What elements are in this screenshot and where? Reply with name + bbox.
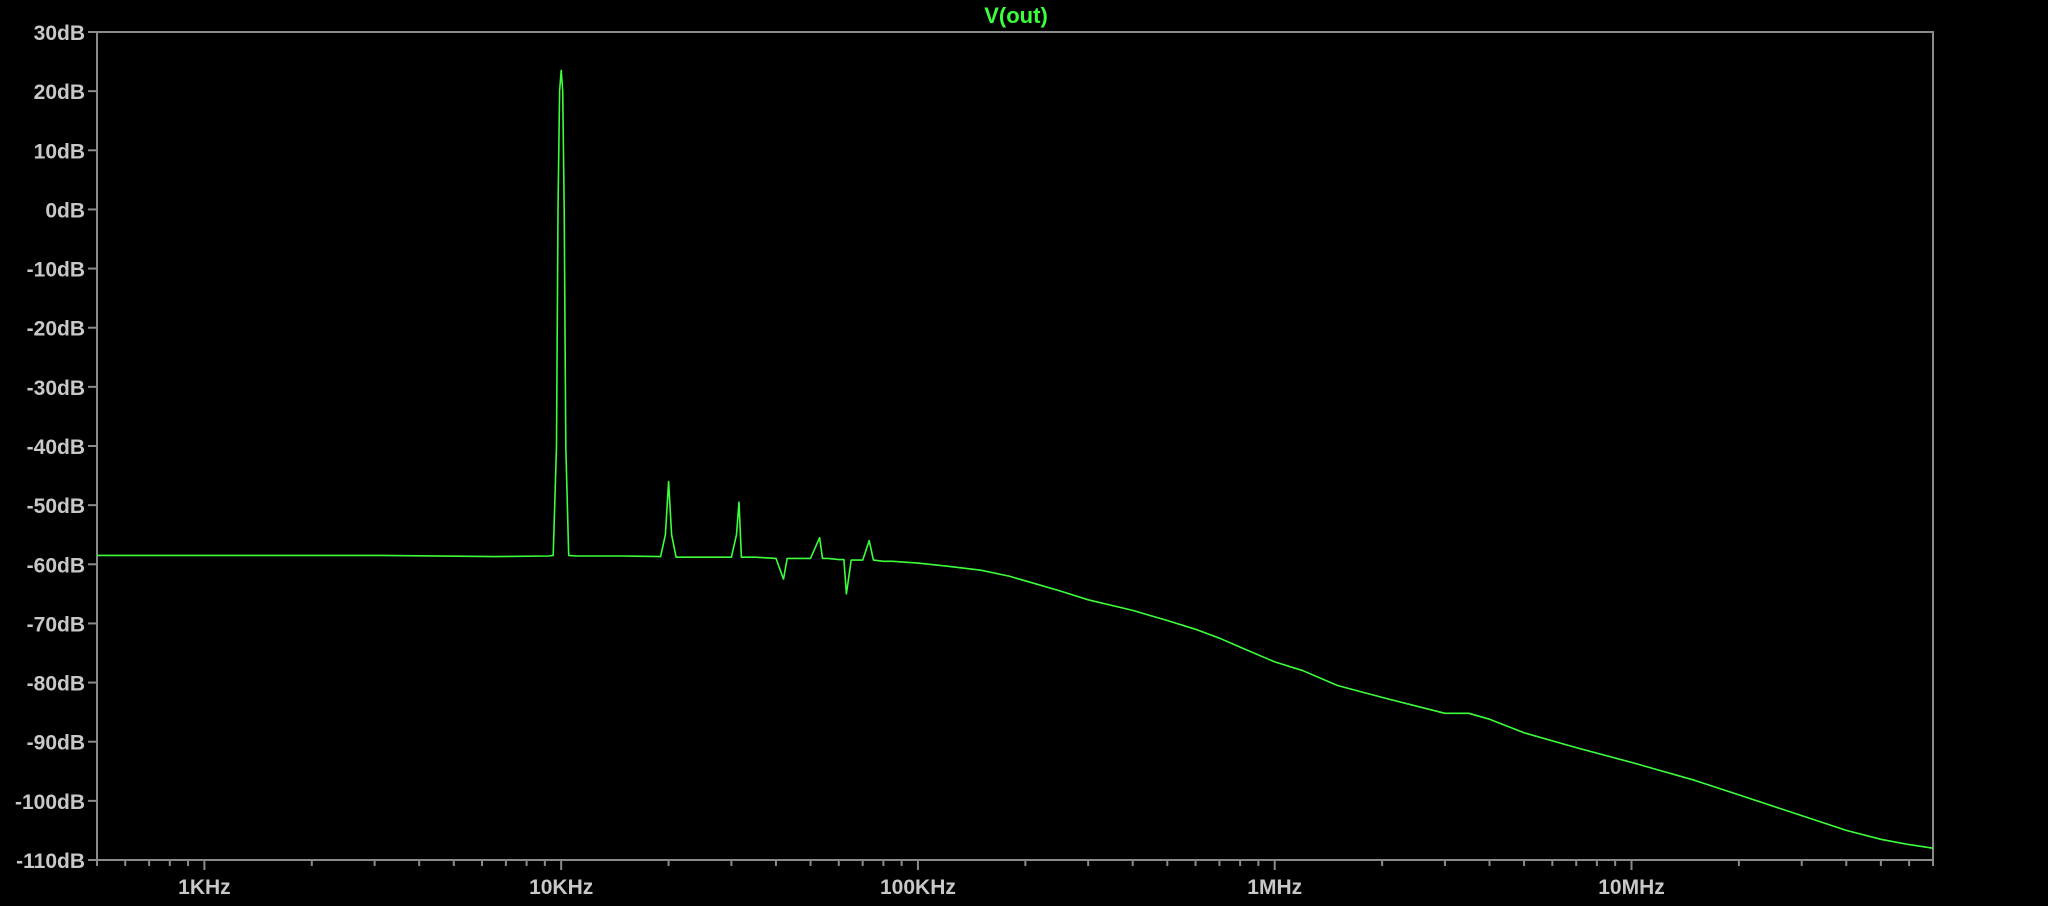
y-tick-label: -10dB bbox=[27, 259, 85, 282]
y-tick-label: -60dB bbox=[27, 554, 85, 577]
y-tick-label: -20dB bbox=[27, 318, 85, 341]
y-axis: 30dB 20dB 10dB 0dB -10dB -20dB -30dB -40dB -50dB… bbox=[15, 22, 97, 873]
y-tick-label: -110dB bbox=[16, 850, 85, 873]
y-tick-label: -30dB bbox=[27, 377, 85, 400]
x-tick-label: 1MHz bbox=[1247, 876, 1302, 899]
x-tick-label: 1KHz bbox=[178, 876, 231, 899]
x-axis: 1KHz 10KHz 100KHz 1MHz 10MHz bbox=[96, 860, 1934, 899]
y-tick-label: -80dB bbox=[27, 673, 85, 696]
y-tick-label: 20dB bbox=[34, 81, 85, 104]
y-tick-label: -70dB bbox=[27, 613, 85, 636]
plot-area bbox=[97, 69, 1934, 849]
plot-frame bbox=[96, 31, 1934, 861]
y-tick-label: -100dB bbox=[15, 791, 85, 814]
x-tick-label: 10KHz bbox=[529, 876, 593, 899]
y-tick-label: 0dB bbox=[45, 199, 85, 222]
y-tick-label: 30dB bbox=[34, 22, 85, 45]
y-tick-label: -40dB bbox=[27, 436, 85, 459]
x-tick-label: 100KHz bbox=[880, 876, 956, 899]
chart-title: V(out) bbox=[984, 3, 1048, 28]
y-tick-label: 10dB bbox=[34, 140, 85, 163]
x-tick-label: 10MHz bbox=[1598, 876, 1665, 899]
y-tick-label: -50dB bbox=[27, 495, 85, 518]
series-line bbox=[97, 69, 1934, 849]
chart: V(out) 30dB 20dB 10dB 0dB -10dB -20dB -30dB -40… bbox=[15, 3, 1934, 899]
y-tick-label: -90dB bbox=[27, 732, 85, 755]
